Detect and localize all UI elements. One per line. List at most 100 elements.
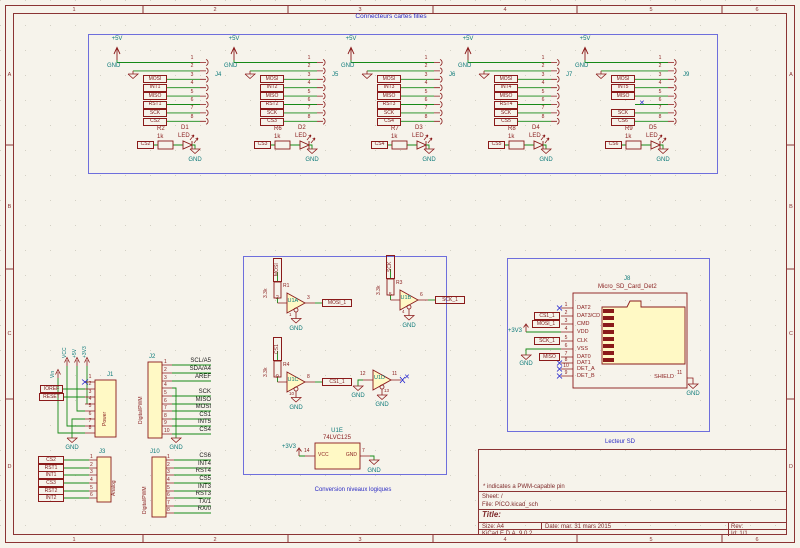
connector-value[interactable]: Digital/PWM [139, 372, 145, 424]
resistor-reference[interactable]: R6 [274, 126, 282, 133]
gnd-label[interactable]: GND [399, 323, 419, 330]
net-label[interactable]: MOSI_1 [322, 299, 352, 307]
net-label[interactable]: MOSI [611, 75, 635, 83]
gnd-label[interactable]: GND [286, 326, 306, 333]
resistor-reference[interactable]: R8 [508, 126, 516, 133]
gnd-label[interactable]: GND [458, 63, 480, 70]
net-label[interactable]: MOSI [260, 75, 284, 83]
p3v3-label[interactable]: +3V3 [274, 444, 296, 451]
vin-label[interactable]: Vin [51, 360, 57, 378]
gate-reference[interactable]: U1A [288, 298, 299, 304]
net-label[interactable]: CS4 [377, 118, 401, 126]
local-net-label[interactable]: RST4 [175, 468, 211, 474]
net-label[interactable]: SCK [377, 109, 401, 117]
local-net-label[interactable]: CS5 [175, 476, 211, 482]
net-label[interactable]: CS1_1 [322, 378, 352, 386]
led-reference[interactable]: D2 [298, 125, 306, 132]
local-net-label[interactable]: INT3 [175, 484, 211, 490]
gnd-label[interactable]: GND [341, 63, 363, 70]
connector-reference[interactable]: J9 [683, 72, 689, 79]
p3v3-label[interactable]: +3V3 [498, 328, 522, 335]
local-net-label[interactable]: RST3 [175, 491, 211, 497]
connector-reference[interactable]: J10 [150, 449, 160, 456]
gnd-label[interactable]: GND [185, 157, 205, 164]
net-label[interactable]: SCK_1 [534, 337, 560, 345]
unit-value[interactable]: 74LVC125 [312, 435, 362, 442]
gnd-label[interactable]: GND [683, 391, 703, 398]
level-shifter-buffer[interactable]: MOSI 3.3k R1 2 U1A 3 MOSI_1 1 GND [266, 256, 361, 341]
net-label[interactable]: INT1 [143, 84, 167, 92]
reset-label[interactable]: RESET [39, 393, 64, 401]
net-label[interactable]: MISO [494, 92, 518, 100]
connector-reference[interactable]: J3 [99, 449, 105, 456]
gnd-label[interactable]: GND [286, 405, 306, 412]
connector-value[interactable]: Analog [112, 464, 118, 496]
caption-level-conversion[interactable]: Conversion niveaux logiques [283, 487, 423, 494]
gnd-label[interactable]: GND [224, 63, 246, 70]
gnd-label[interactable]: GND [166, 445, 186, 452]
net-label[interactable]: RST4 [494, 101, 518, 109]
resistor-value[interactable]: 1k [508, 134, 514, 141]
led-circuit[interactable]: CS6 R9 1k D5 LED GND [561, 0, 711, 50]
local-net-label[interactable]: SCL/A5 [175, 358, 211, 364]
net-label[interactable]: SCK [494, 109, 518, 117]
resistor-value[interactable]: 1k [391, 134, 397, 141]
net-label[interactable]: MOSI [273, 258, 282, 282]
local-net-label[interactable]: CS6 [175, 453, 211, 459]
local-net-label[interactable]: TX/1 [175, 499, 211, 505]
led-value[interactable]: LED [646, 133, 658, 140]
net-label[interactable]: CS2 [143, 118, 167, 126]
p3v3-label[interactable]: +3V3 [83, 340, 89, 358]
resistor-value[interactable]: 3.3k [263, 360, 269, 377]
net-label[interactable]: MOSI [143, 75, 167, 83]
gnd-label[interactable]: GND [348, 393, 368, 400]
net-label[interactable]: CS5 [488, 141, 505, 149]
net-label[interactable]: MOSI [377, 75, 401, 83]
gate-reference[interactable]: U1D [374, 375, 385, 381]
net-label[interactable]: MISO [260, 92, 284, 100]
resistor-reference[interactable]: R2 [157, 126, 165, 133]
net-label[interactable]: CS3 [260, 118, 284, 126]
led-reference[interactable]: D3 [415, 125, 423, 132]
net-label[interactable]: CS4 [371, 141, 388, 149]
resistor-reference[interactable]: R9 [625, 126, 633, 133]
net-label[interactable]: SCK [260, 109, 284, 117]
resistor-value[interactable]: 1k [274, 134, 280, 141]
gnd-label[interactable]: GND [372, 402, 392, 409]
connector-value[interactable]: Power [103, 392, 109, 426]
net-label[interactable]: CS5 [494, 118, 518, 126]
net-label[interactable]: INT3 [377, 84, 401, 92]
net-label[interactable]: CS1_1 [534, 312, 560, 320]
resistor-value[interactable]: 1k [157, 134, 163, 141]
resistor-value[interactable]: 3.3k [263, 281, 269, 298]
net-label[interactable]: MOSI_1 [532, 320, 560, 328]
net-label[interactable]: INT2 [38, 494, 64, 502]
net-label[interactable]: RST1 [143, 101, 167, 109]
resistor-value[interactable]: 1k [625, 134, 631, 141]
local-net-label[interactable]: RX/0 [175, 506, 211, 512]
net-label[interactable]: CS2 [38, 456, 64, 464]
ioref-label[interactable]: IOREF [40, 385, 63, 393]
net-label[interactable]: INT1 [38, 471, 64, 479]
led-value[interactable]: LED [529, 133, 541, 140]
led-reference[interactable]: D1 [181, 125, 189, 132]
net-label[interactable]: MISO [143, 92, 167, 100]
net-label[interactable]: SCK [386, 255, 395, 279]
resistor-reference[interactable]: R3 [396, 280, 402, 286]
connector-reference[interactable]: J2 [149, 354, 155, 361]
local-net-label[interactable]: SDA/A4 [175, 366, 211, 372]
local-net-label[interactable]: INT4 [175, 461, 211, 467]
led-value[interactable]: LED [178, 133, 190, 140]
led-value[interactable]: LED [295, 133, 307, 140]
net-label[interactable]: CS6 [605, 141, 622, 149]
resistor-value[interactable]: 3.3k [376, 278, 382, 295]
gnd-label[interactable]: GND [536, 157, 556, 164]
connector-reference[interactable]: J8 [624, 276, 630, 283]
gnd-label[interactable]: GND [419, 157, 439, 164]
gnd-label[interactable]: GND [107, 63, 129, 70]
gnd-label[interactable]: GND [516, 361, 536, 368]
net-label[interactable]: RST2 [260, 101, 284, 109]
led-reference[interactable]: D4 [532, 125, 540, 132]
connector-value[interactable]: Digital/PWM [143, 468, 149, 514]
local-net-label[interactable]: MISO [175, 397, 211, 403]
